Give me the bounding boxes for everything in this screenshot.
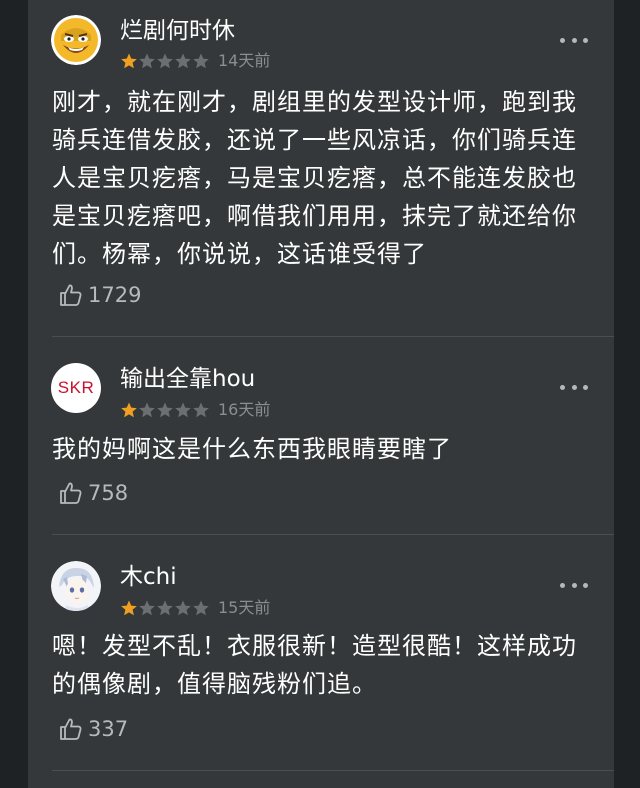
star-icon (121, 402, 137, 418)
comment-meta: 16天前 (120, 400, 270, 420)
comment-item: SKR 输出全靠hou 16天前 我的妈啊这是什么东西我眼睛要瞎了 758 (28, 337, 614, 534)
like-count: 758 (88, 481, 129, 505)
star-icon (193, 53, 209, 69)
star-icon (193, 600, 209, 616)
like-count: 337 (88, 717, 129, 741)
comment-text: 刚才，就在刚才，剧组里的发型设计师，跑到我骑兵连借发胶，还说了一些风凉话，你们骑… (52, 88, 577, 268)
more-dots-icon[interactable] (560, 35, 588, 45)
skr-avatar[interactable]: SKR (51, 363, 101, 413)
comments-screen: 烂剧何时休 14天前 刚才，就在刚才，剧组里的发型设计师，跑到我骑兵连借发胶，还… (0, 0, 640, 788)
star-icon (157, 600, 173, 616)
divider (52, 770, 614, 771)
star-rating (120, 401, 210, 419)
username[interactable]: 输出全靠hou (120, 365, 255, 393)
star-icon (139, 53, 155, 69)
clash-barbarian-avatar-icon[interactable] (51, 15, 101, 65)
star-icon (121, 53, 137, 69)
star-icon (157, 53, 173, 69)
comment-meta: 15天前 (120, 598, 270, 618)
star-rating (120, 599, 210, 617)
anime-boy-avatar-icon[interactable] (51, 561, 101, 611)
username[interactable]: 木chi (120, 563, 177, 591)
comment-feed[interactable]: 烂剧何时休 14天前 刚才，就在刚才，剧组里的发型设计师，跑到我骑兵连借发胶，还… (28, 0, 614, 788)
comment-text: 我的妈啊这是什么东西我眼睛要瞎了 (52, 435, 452, 463)
like-button[interactable]: 758 (58, 478, 128, 508)
star-icon (175, 600, 191, 616)
star-icon (193, 402, 209, 418)
thumbs-up-icon (60, 482, 82, 504)
thumbs-up-icon (60, 284, 82, 306)
comment-item: 木chi 15天前 嗯！发型不乱！衣服很新！造型很酷！这样成功的偶像剧，值得脑残… (28, 535, 614, 769)
star-icon (139, 600, 155, 616)
comment-time: 14天前 (218, 51, 271, 70)
thumbs-up-icon (60, 718, 82, 740)
star-icon (139, 402, 155, 418)
star-icon (121, 600, 137, 616)
comment-item: 烂剧何时休 14天前 刚才，就在刚才，剧组里的发型设计师，跑到我骑兵连借发胶，还… (28, 0, 614, 336)
star-icon (175, 402, 191, 418)
comment-text: 嗯！发型不乱！衣服很新！造型很酷！这样成功的偶像剧，值得脑残粉们追。 (52, 632, 577, 698)
comment-meta: 14天前 (120, 51, 270, 71)
comment-time: 16天前 (218, 400, 271, 419)
more-dots-icon[interactable] (560, 382, 588, 392)
comment-time: 15天前 (218, 598, 271, 617)
star-icon (157, 402, 173, 418)
like-count: 1729 (88, 283, 142, 307)
avatar-text: SKR (57, 378, 95, 397)
star-icon (175, 53, 191, 69)
username[interactable]: 烂剧何时休 (120, 17, 235, 45)
like-button[interactable]: 1729 (58, 280, 141, 310)
star-rating (120, 52, 210, 70)
more-dots-icon[interactable] (560, 580, 588, 590)
like-button[interactable]: 337 (58, 714, 128, 744)
